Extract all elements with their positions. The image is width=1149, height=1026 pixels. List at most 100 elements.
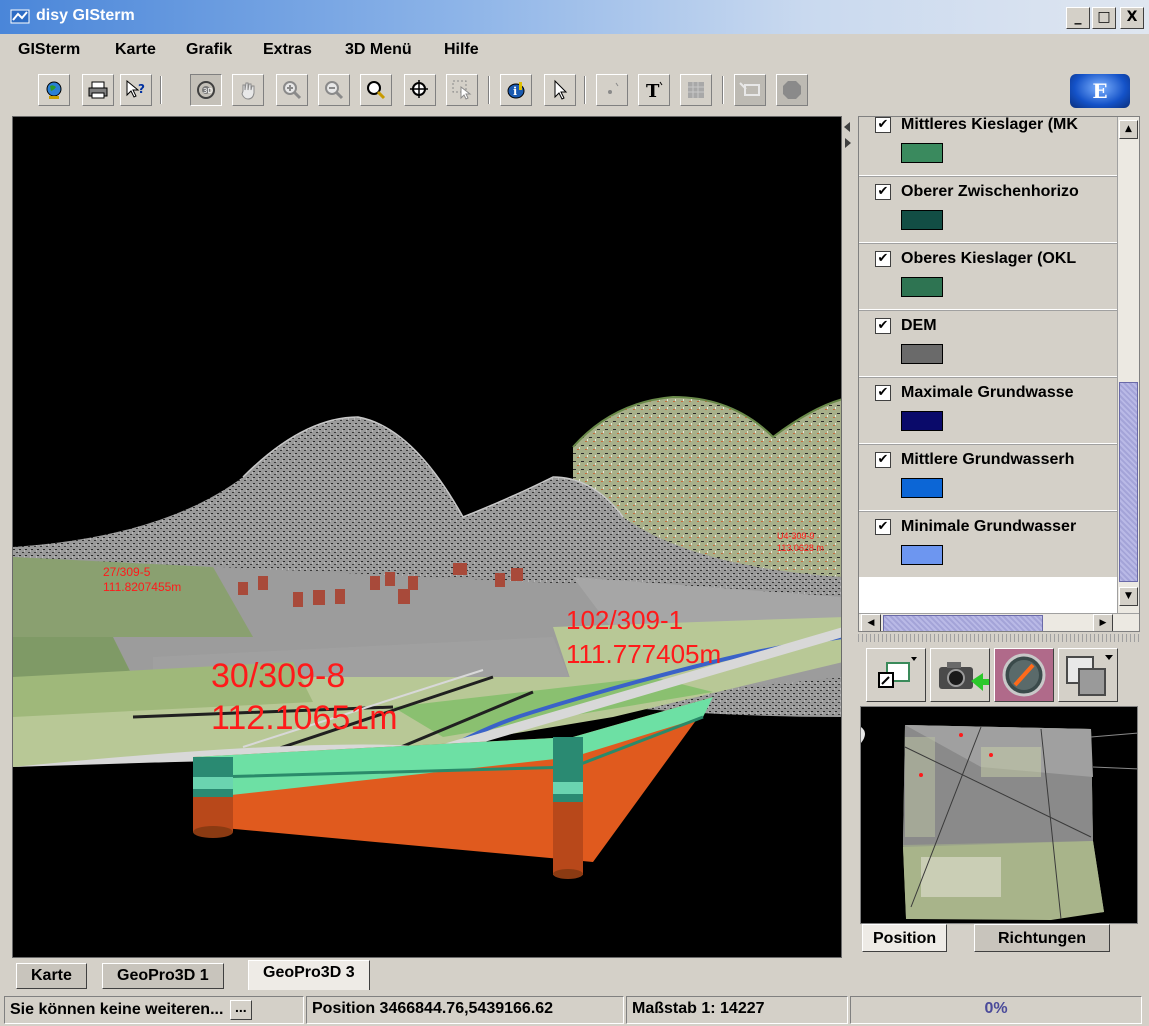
overview-map[interactable] <box>860 706 1138 924</box>
menu-grafik[interactable]: Grafik <box>186 41 232 59</box>
layer-item[interactable]: ✔ Mittleres Kieslager (MK <box>859 117 1117 176</box>
tab-richtungen[interactable]: Richtungen <box>974 924 1110 952</box>
svg-text:T: T <box>646 81 660 101</box>
close-button[interactable]: X <box>1120 7 1144 29</box>
layer-visibility-checkbox[interactable]: ✔ <box>875 117 891 133</box>
toolbar-separator <box>584 76 586 104</box>
pan-hand-icon[interactable] <box>232 74 264 106</box>
layer-color-swatch[interactable] <box>901 411 943 431</box>
svg-text:3D: 3D <box>203 87 213 95</box>
layer-item[interactable]: ✔ Minimale Grundwasser <box>859 511 1117 578</box>
scroll-left-icon[interactable]: ◀ <box>861 614 881 631</box>
overview-tabs: Position Richtungen <box>858 924 1140 956</box>
toolbar-separator <box>160 76 162 104</box>
borehole-label-depth: 113.0628 m <box>777 543 824 553</box>
toolbar-separator <box>722 76 724 104</box>
layer-item[interactable]: ✔ DEM <box>859 310 1117 377</box>
layer-color-swatch[interactable] <box>901 143 943 163</box>
layer-visibility-checkbox[interactable]: ✔ <box>875 318 891 334</box>
layer-list-panel: ✔ Mittleres Kieslager (MK ✔ Oberer Zwischen… <box>858 116 1140 632</box>
zoom-in-icon[interactable] <box>276 74 308 106</box>
overview-map-image <box>861 725 1137 920</box>
terrain-3d-scene: 30/309-8 112.10651m 102/309-1 111.777405… <box>13 395 841 879</box>
status-bar: Sie können keine weiteren... ... Positio… <box>0 996 1149 1026</box>
layer-color-swatch[interactable] <box>901 545 943 565</box>
scroll-thumb[interactable] <box>1119 382 1138 582</box>
help-pointer-icon[interactable]: ? <box>120 74 152 106</box>
layer-visibility-checkbox[interactable]: ✔ <box>875 184 891 200</box>
measure-icon[interactable] <box>734 74 766 106</box>
menu-gisterm[interactable]: GISterm <box>18 41 80 59</box>
layer-label: Oberes Kieslager (OKL <box>901 250 1077 267</box>
minimize-button[interactable]: _ <box>1066 7 1090 29</box>
borehole-label-id: 27/309-5 <box>103 565 151 579</box>
3d-viewport[interactable]: 30/309-8 112.10651m 102/309-1 111.777405… <box>12 116 842 958</box>
globe-icon[interactable] <box>38 74 70 106</box>
point-icon[interactable] <box>596 74 628 106</box>
window-title: disy GISterm <box>36 7 135 24</box>
layer-color-swatch[interactable] <box>901 277 943 297</box>
layers-select-icon[interactable] <box>1058 648 1118 702</box>
toolbar: ? 3D i T E <box>0 68 1149 112</box>
scroll-right-icon[interactable]: ▶ <box>1093 614 1113 631</box>
document-tabs: Karte GeoPro3D 1 GeoPro3D 3 <box>12 960 842 990</box>
borehole-label-depth: 111.8207455m <box>103 580 181 594</box>
maximize-button[interactable]: □ <box>1092 7 1116 29</box>
select-rect-icon[interactable] <box>446 74 478 106</box>
status-more-button[interactable]: ... <box>229 1000 252 1020</box>
zoom-out-icon[interactable] <box>318 74 350 106</box>
layer-label: Mittlere Grundwasserh <box>901 451 1075 468</box>
menu-hilfe[interactable]: Hilfe <box>444 41 479 59</box>
layer-item[interactable]: ✔ Oberes Kieslager (OKL <box>859 243 1117 310</box>
text-icon[interactable]: T <box>638 74 670 106</box>
print-icon[interactable] <box>82 74 114 106</box>
layer-list-vscrollbar[interactable]: ▲ ▼ <box>1117 117 1139 613</box>
status-message: Sie können keine weiteren... <box>10 1001 224 1019</box>
menu-extras[interactable]: Extras <box>263 41 312 59</box>
tab-geopro3d-3[interactable]: GeoPro3D 3 <box>248 960 370 990</box>
borehole-label-id: U4-309-9 <box>777 531 815 541</box>
layer-visibility-checkbox[interactable]: ✔ <box>875 452 891 468</box>
layer-item[interactable]: ✔ Oberer Zwischenhorizo <box>859 176 1117 243</box>
scroll-up-icon[interactable]: ▲ <box>1119 120 1138 139</box>
layer-label: Maximale Grundwasse <box>901 384 1074 401</box>
panel-splitter[interactable] <box>858 634 1140 642</box>
status-position: Position 3466844.76,5439166.62 <box>306 996 624 1024</box>
layer-color-swatch[interactable] <box>901 210 943 230</box>
title-bar: disy GISterm _ □ X <box>0 0 1149 34</box>
raster-icon[interactable] <box>680 74 712 106</box>
status-scale: Maßstab 1: 14227 <box>626 996 848 1024</box>
camera-icon[interactable] <box>930 648 990 702</box>
layer-color-swatch[interactable] <box>901 344 943 364</box>
layer-visibility-checkbox[interactable]: ✔ <box>875 251 891 267</box>
status-message-cell: Sie können keine weiteren... ... <box>4 996 304 1024</box>
info-icon[interactable]: i <box>500 74 532 106</box>
splitter-collapse-left-icon[interactable] <box>844 122 850 132</box>
tab-geopro3d-1[interactable]: GeoPro3D 1 <box>102 963 224 989</box>
layer-item[interactable]: ✔ Maximale Grundwasse <box>859 377 1117 444</box>
layer-list-hscrollbar[interactable]: ◀ ▶ <box>859 613 1139 631</box>
frame-icon[interactable] <box>866 648 926 702</box>
borehole-label-depth: 112.10651m <box>211 699 398 737</box>
layer-item[interactable]: ✔ Mittlere Grundwasserh <box>859 444 1117 511</box>
polygon-icon[interactable] <box>776 74 808 106</box>
layer-color-swatch[interactable] <box>901 478 943 498</box>
zoom-magnifier-icon[interactable] <box>360 74 392 106</box>
select-arrow-icon[interactable] <box>544 74 576 106</box>
menu-karte[interactable]: Karte <box>115 41 156 59</box>
3d-view-icon[interactable]: 3D <box>190 74 222 106</box>
zoom-extent-icon[interactable] <box>404 74 436 106</box>
tab-position[interactable]: Position <box>862 924 948 952</box>
scroll-thumb[interactable] <box>883 615 1043 631</box>
vendor-logo: E <box>1070 74 1130 108</box>
splitter-collapse-right-icon[interactable] <box>845 138 851 148</box>
layer-visibility-checkbox[interactable]: ✔ <box>875 519 891 535</box>
compass-icon[interactable] <box>994 648 1054 702</box>
scroll-down-icon[interactable]: ▼ <box>1119 587 1138 606</box>
menu-bar: GISterm Karte Grafik Extras 3D Menü Hilf… <box>0 36 1149 64</box>
toolbar-separator <box>488 76 490 104</box>
layer-visibility-checkbox[interactable]: ✔ <box>875 385 891 401</box>
app-icon <box>10 9 30 24</box>
tab-karte[interactable]: Karte <box>16 963 87 989</box>
menu-3d[interactable]: 3D Menü <box>345 41 412 59</box>
